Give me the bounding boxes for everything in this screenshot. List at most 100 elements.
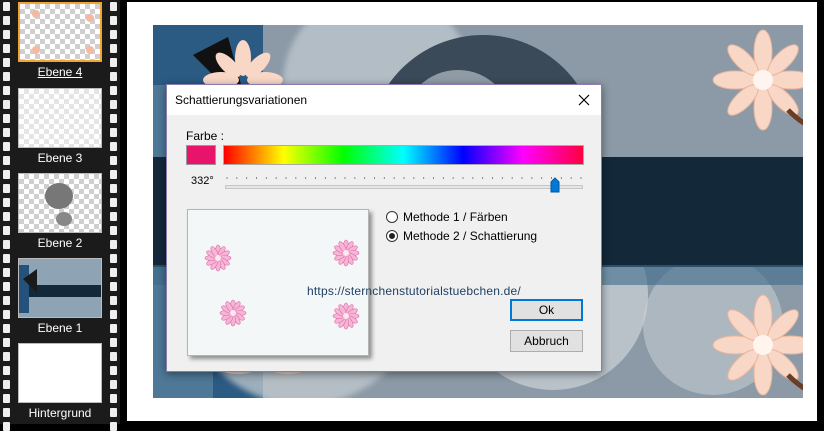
layer-thumbnail-ebene-1 (18, 258, 102, 318)
film-perforation (3, 422, 10, 431)
film-perforation (3, 72, 10, 81)
layer-label: Hintergrund (28, 406, 92, 420)
method2-radio[interactable] (386, 230, 398, 242)
color-label: Farbe : (186, 129, 225, 143)
layer-thumbnail-hintergrund (18, 343, 102, 403)
ok-button[interactable]: Ok (510, 299, 583, 321)
film-perforation (110, 394, 117, 403)
film-perforation (110, 86, 117, 95)
film-perforation (110, 170, 117, 179)
layer-thumbnail-ebene-2 (18, 173, 102, 233)
film-perforation (3, 282, 10, 291)
watermark-url: https://sternchenstutorialstuebchen.de/ (307, 284, 521, 298)
film-perforation (110, 366, 117, 375)
film-perforation (3, 16, 10, 25)
film-perforation (3, 198, 10, 207)
film-perforation (3, 30, 10, 39)
film-perforation (3, 324, 10, 333)
film-perforation (3, 170, 10, 179)
film-perforation (3, 408, 10, 417)
layer-label: Ebene 2 (37, 236, 83, 250)
layer-label: Ebene 3 (37, 151, 83, 165)
method1-label: Methode 1 / Färben (403, 210, 508, 224)
blur-thumbnail-icon (19, 89, 101, 147)
film-perforation (3, 338, 10, 347)
film-perforation (110, 156, 117, 165)
film-perforation (3, 128, 10, 137)
close-button[interactable] (567, 85, 601, 115)
film-perforation (110, 254, 117, 263)
film-perforation (110, 16, 117, 25)
film-perforation (110, 58, 117, 67)
film-perforation (110, 310, 117, 319)
slider-ticks (226, 177, 582, 179)
film-perforation (110, 212, 117, 221)
hue-slider-thumb[interactable] (550, 177, 560, 193)
film-perforation (3, 212, 10, 221)
film-perforation (3, 226, 10, 235)
film-perforation (3, 254, 10, 263)
circles-thumbnail-icon (45, 183, 73, 226)
film-perforation (110, 72, 117, 81)
film-perforation (3, 86, 10, 95)
film-perforation (110, 352, 117, 361)
film-perforation (110, 100, 117, 109)
hue-degree-value: 332° (191, 175, 214, 187)
film-perforation (110, 2, 117, 11)
film-perforation (110, 44, 117, 53)
band-thumbnail-icon (19, 259, 101, 317)
film-perforation (3, 100, 10, 109)
film-perforation (110, 422, 117, 431)
film-perforation (110, 408, 117, 417)
hue-spectrum-bar[interactable] (223, 145, 584, 165)
film-perforation (110, 324, 117, 333)
layer-thumbnail-ebene-3 (18, 88, 102, 148)
film-perforation (3, 296, 10, 305)
preview-image (187, 209, 369, 356)
film-perforation (3, 366, 10, 375)
layers-panel: Ebene 4 Ebene 3 Ebene 2 Ebene 1 Hintergr… (0, 0, 120, 431)
method1-option[interactable]: Methode 1 / Färben (386, 210, 508, 224)
film-perforation (3, 156, 10, 165)
layer-label: Ebene 4 (37, 65, 83, 79)
pink-flower-icon (332, 239, 360, 267)
method2-option[interactable]: Methode 2 / Schattierung (386, 229, 537, 243)
film-perforation (3, 114, 10, 123)
method2-label: Methode 2 / Schattierung (403, 229, 538, 243)
film-perforation (110, 296, 117, 305)
color-swatch (186, 145, 216, 165)
film-perforation (3, 394, 10, 403)
film-perforation (3, 240, 10, 249)
film-perforation (110, 380, 117, 389)
dialog-title: Schattierungsvariationen (175, 93, 308, 107)
pink-flower-icon (204, 244, 232, 272)
film-perforation (110, 338, 117, 347)
film-perforation (110, 198, 117, 207)
layer-label: Ebene 1 (37, 321, 83, 335)
film-perforation (110, 226, 117, 235)
dialog-titlebar[interactable]: Schattierungsvariationen (167, 85, 601, 115)
film-perforation (110, 142, 117, 151)
film-perforation (3, 142, 10, 151)
hue-variations-dialog: Schattierungsvariationen Farbe : 332° Me… (166, 84, 602, 372)
preview-flowers (204, 239, 360, 330)
layer-thumbnail-ebene-4 (18, 2, 102, 62)
pink-flower-icon (219, 299, 247, 327)
cancel-button[interactable]: Abbruch (510, 330, 583, 352)
pink-flower-icon (332, 302, 360, 330)
film-perforation (3, 352, 10, 361)
film-perforation (3, 58, 10, 67)
film-perforation (110, 282, 117, 291)
method1-radio[interactable] (386, 211, 398, 223)
film-perforation (3, 268, 10, 277)
film-perforation (3, 380, 10, 389)
film-perforation (110, 268, 117, 277)
film-perforation (3, 310, 10, 319)
film-perforation (3, 2, 10, 11)
film-perforation (110, 184, 117, 193)
film-perforation (110, 128, 117, 137)
close-icon (578, 94, 590, 106)
hue-slider-track[interactable] (225, 185, 583, 189)
film-perforation (3, 44, 10, 53)
film-perforation (3, 184, 10, 193)
